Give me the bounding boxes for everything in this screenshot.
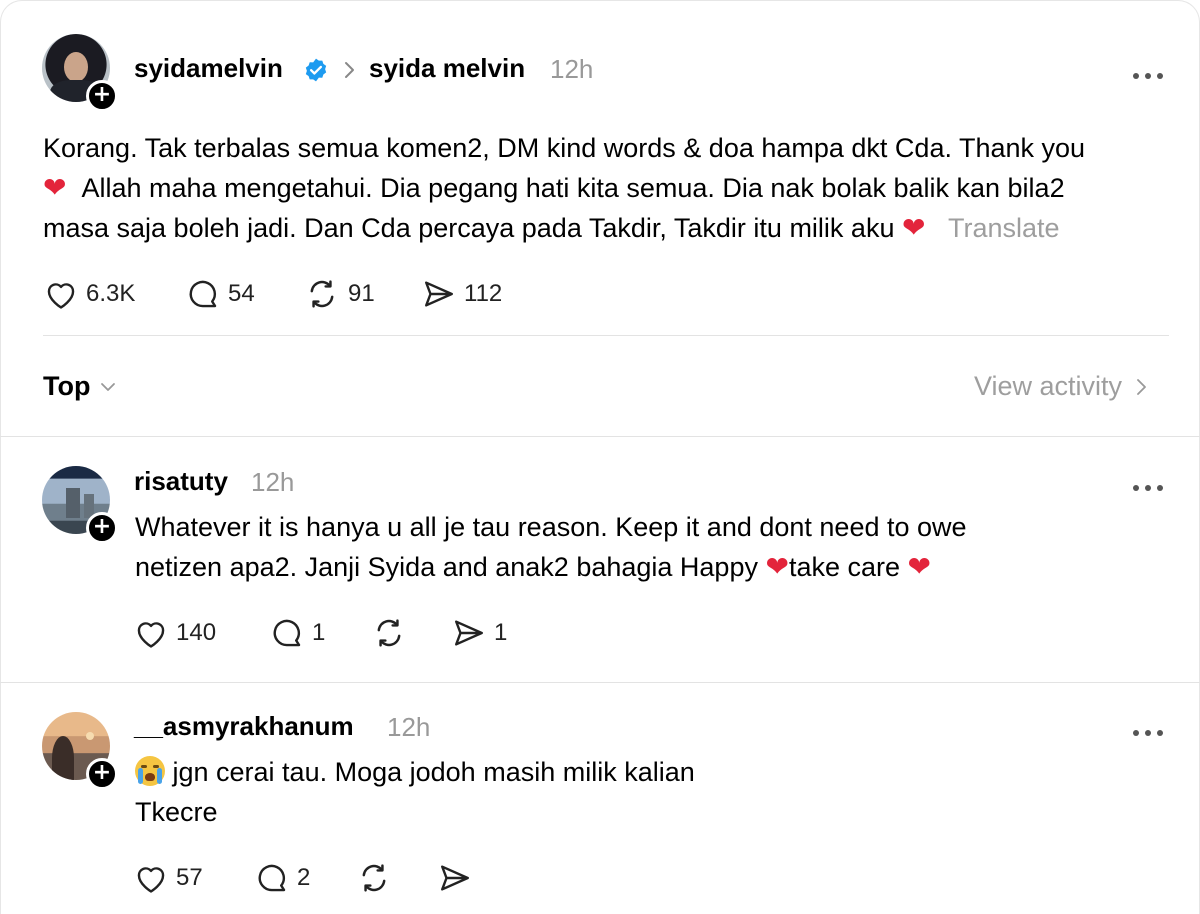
chevron-right-icon <box>1137 378 1146 395</box>
post-body-line3: masa saja boleh jadi. Dan Cda percaya pa… <box>43 211 1060 244</box>
share-count: 1 <box>494 619 508 646</box>
post-timestamp: 12h <box>550 54 594 84</box>
share-button[interactable]: 1 <box>452 617 507 649</box>
reply-body-line2: netizen apa2. Janji Syida and anak2 baha… <box>135 550 931 583</box>
like-count: 57 <box>176 864 203 891</box>
repost-icon <box>362 864 386 892</box>
repost-button[interactable] <box>371 617 407 649</box>
share-button[interactable] <box>438 862 472 894</box>
reply-body-line1: jgn cerai tau. Moga jodoh masih milik ka… <box>135 752 1175 792</box>
follow-plus-icon[interactable]: + <box>86 512 118 544</box>
comment-button[interactable]: 1 <box>270 617 325 649</box>
chevron-right-icon <box>345 62 354 78</box>
like-button[interactable]: 6.3K <box>44 278 135 310</box>
reply-body: Whatever it is hanya u all je tau reason… <box>135 507 1175 587</box>
reply-author-avatar[interactable]: + <box>42 466 118 544</box>
follow-plus-icon[interactable]: + <box>86 758 118 790</box>
comment-button[interactable]: 2 <box>255 862 310 894</box>
reply-body: jgn cerai tau. Moga jodoh masih milik ka… <box>135 752 1175 832</box>
like-count: 6.3K <box>86 280 136 307</box>
reply-username[interactable]: risatuty <box>134 466 228 497</box>
reply-body-line2: Tkecre <box>135 797 218 827</box>
more-options-icon[interactable] <box>1133 712 1169 743</box>
view-activity-link[interactable]: View activity <box>974 371 1148 402</box>
repost-icon <box>377 619 401 647</box>
heart-icon <box>47 283 75 309</box>
divider <box>0 436 1200 437</box>
sort-label: Top <box>43 371 91 401</box>
repost-button[interactable] <box>356 862 392 894</box>
red-heart-emoji: ❤ <box>765 550 789 583</box>
heart-icon <box>137 622 165 648</box>
share-count: 112 <box>464 280 503 307</box>
reply-to-username[interactable]: syida melvin <box>369 53 525 84</box>
sort-dropdown[interactable]: Top <box>43 371 116 402</box>
comment-count: 2 <box>297 864 311 891</box>
more-options-icon[interactable] <box>1133 55 1169 86</box>
share-button[interactable]: 112 <box>422 278 502 310</box>
repost-icon <box>310 280 334 308</box>
crying-face-emoji <box>135 756 165 786</box>
reply-timestamp: 12h <box>251 467 295 497</box>
red-heart-emoji: ❤ <box>43 171 67 204</box>
post-author-avatar[interactable]: + <box>42 34 118 112</box>
send-icon <box>455 620 483 646</box>
repost-count: 91 <box>348 280 375 307</box>
heart-icon <box>137 867 165 893</box>
red-heart-emoji: ❤ <box>907 550 931 583</box>
comment-count: 1 <box>312 619 326 646</box>
reply-username[interactable]: __asmyrakhanum <box>134 711 354 742</box>
comment-icon <box>189 280 217 308</box>
verified-badge-icon <box>305 58 327 82</box>
reply-author-avatar[interactable]: + <box>42 712 118 790</box>
like-button[interactable]: 57 <box>134 862 203 894</box>
like-count: 140 <box>176 619 217 646</box>
repost-button[interactable]: 91 <box>304 278 375 310</box>
like-button[interactable]: 140 <box>134 617 216 649</box>
post-body-line2: ❤ Allah maha mengetahui. Dia pegang hati… <box>43 171 1065 204</box>
post-body: Korang. Tak terbalas semua komen2, DM ki… <box>43 128 1183 248</box>
divider <box>43 335 1169 336</box>
red-heart-emoji: ❤ <box>901 211 926 244</box>
more-options-icon[interactable] <box>1133 467 1169 498</box>
comment-button[interactable]: 54 <box>186 278 255 310</box>
comment-icon <box>258 864 286 892</box>
follow-plus-icon[interactable]: + <box>86 80 118 112</box>
translate-link[interactable]: Translate <box>948 213 1060 243</box>
reply-timestamp: 12h <box>387 712 431 742</box>
post-username[interactable]: syidamelvin <box>134 53 283 84</box>
chevron-down-icon <box>101 382 116 391</box>
comment-icon <box>273 619 301 647</box>
send-icon <box>425 281 453 307</box>
divider <box>0 682 1200 683</box>
send-icon <box>441 865 469 891</box>
post-body-line1: Korang. Tak terbalas semua komen2, DM ki… <box>43 133 1086 163</box>
comment-count: 54 <box>228 280 255 307</box>
view-activity-label: View activity <box>974 371 1123 401</box>
reply-body-line1: Whatever it is hanya u all je tau reason… <box>135 512 967 542</box>
